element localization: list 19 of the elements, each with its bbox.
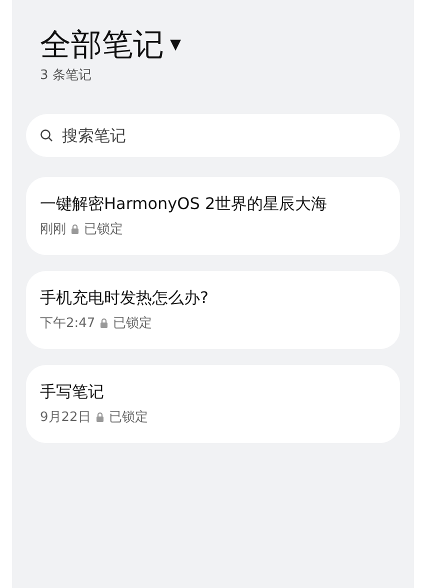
lock-status: 已锁定 — [84, 221, 123, 238]
note-card[interactable]: 一键解密HarmonyOS 2世界的星辰大海 刚刚 已锁定 — [26, 177, 400, 255]
note-title: 一键解密HarmonyOS 2世界的星辰大海 — [40, 194, 328, 215]
note-time: 刚刚 — [40, 221, 66, 238]
note-time: 9月22日 — [40, 409, 91, 426]
note-card[interactable]: 手写笔记 9月22日 已锁定 — [26, 365, 400, 443]
lock-status: 已锁定 — [113, 315, 152, 332]
lock-status: 已锁定 — [108, 409, 148, 426]
note-card[interactable]: 手机充电时发热怎么办? 下午2:47 已锁定 — [26, 271, 400, 349]
note-time: 下午2:47 — [40, 315, 96, 332]
lock-icon — [71, 224, 79, 234]
search-field[interactable]: 搜索笔记 — [26, 114, 400, 157]
page-title[interactable]: 全部笔记 — [40, 24, 164, 66]
lock-icon — [96, 412, 104, 422]
dropdown-arrow[interactable]: ▾ — [170, 24, 182, 66]
lock-icon — [100, 318, 108, 328]
note-count: 3 条笔记 — [40, 67, 92, 84]
note-title: 手机充电时发热怎么办? — [40, 288, 210, 309]
note-title: 手写笔记 — [40, 382, 105, 403]
